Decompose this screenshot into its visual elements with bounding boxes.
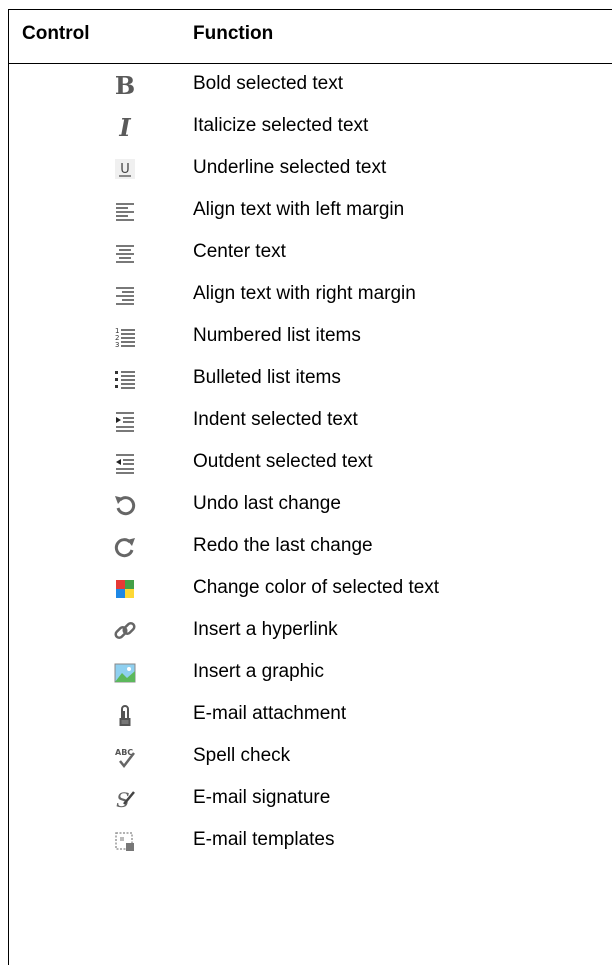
column-header-function: Function [193,23,274,44]
underline-icon: U [112,156,138,182]
undo-icon [112,492,138,518]
table-row: B Bold selected text [9,64,612,106]
row-label: Bulleted list items [193,367,341,388]
row-label: Center text [193,241,286,262]
table-row: Undo last change [9,484,612,526]
svg-text:3: 3 [115,341,119,349]
table-row: S E-mail signature [9,778,612,820]
row-label: Change color of selected text [193,577,440,598]
table-header: Control Function [9,10,612,64]
row-label: Undo last change [193,493,341,514]
text-color-icon [112,576,138,602]
row-label: E-mail signature [193,787,331,808]
row-label: Underline selected text [193,157,387,178]
table-row: Outdent selected text [9,442,612,484]
align-left-icon [112,198,138,224]
align-center-icon [112,240,138,266]
row-label: Numbered list items [193,325,361,346]
bulleted-list-icon [112,366,138,392]
table-row: Align text with left margin [9,190,612,232]
table-row: Redo the last change [9,526,612,568]
row-label: Spell check [193,745,291,766]
table-row: U Underline selected text [9,148,612,190]
redo-icon [112,534,138,560]
row-label: Insert a hyperlink [193,619,338,640]
indent-icon [112,408,138,434]
table-row: ABC Spell check [9,736,612,778]
hyperlink-icon [112,618,138,644]
row-label: E-mail templates [193,829,335,850]
table-row: Indent selected text [9,400,612,442]
column-header-control: Control [22,23,90,44]
table-row: E-mail templates [9,820,612,862]
align-right-icon [112,282,138,308]
table-row: Center text [9,232,612,274]
table-row: Bulleted list items [9,358,612,400]
italic-icon: I [112,114,138,140]
table-row: Insert a hyperlink [9,610,612,652]
row-label: Bold selected text [193,73,343,94]
table-row: E-mail attachment [9,694,612,736]
row-label: Outdent selected text [193,451,373,472]
paperclip-icon [112,702,138,728]
row-label: E-mail attachment [193,703,347,724]
bold-icon: B [112,72,138,98]
signature-icon: S [112,786,138,812]
table-row: Insert a graphic [9,652,612,694]
table-row: I Italicize selected text [9,106,612,148]
row-label: Align text with left margin [193,199,405,220]
svg-text:U: U [120,162,130,177]
spell-check-icon: ABC [112,744,138,770]
row-label: Redo the last change [193,535,373,556]
row-label: Indent selected text [193,409,358,430]
image-icon [112,660,138,686]
row-label: Insert a graphic [193,661,324,682]
table-row: 1 2 3 Numbered list items [9,316,612,358]
table-row: Align text with right margin [9,274,612,316]
controls-table: Control Function B Bold selected text I … [8,9,612,965]
row-label: Align text with right margin [193,283,416,304]
row-label: Italicize selected text [193,115,369,136]
table-row: Change color of selected text [9,568,612,610]
template-icon [112,828,138,854]
numbered-list-icon: 1 2 3 [112,324,138,350]
svg-text:I: I [118,114,131,140]
svg-text:B: B [115,72,135,98]
outdent-icon [112,450,138,476]
